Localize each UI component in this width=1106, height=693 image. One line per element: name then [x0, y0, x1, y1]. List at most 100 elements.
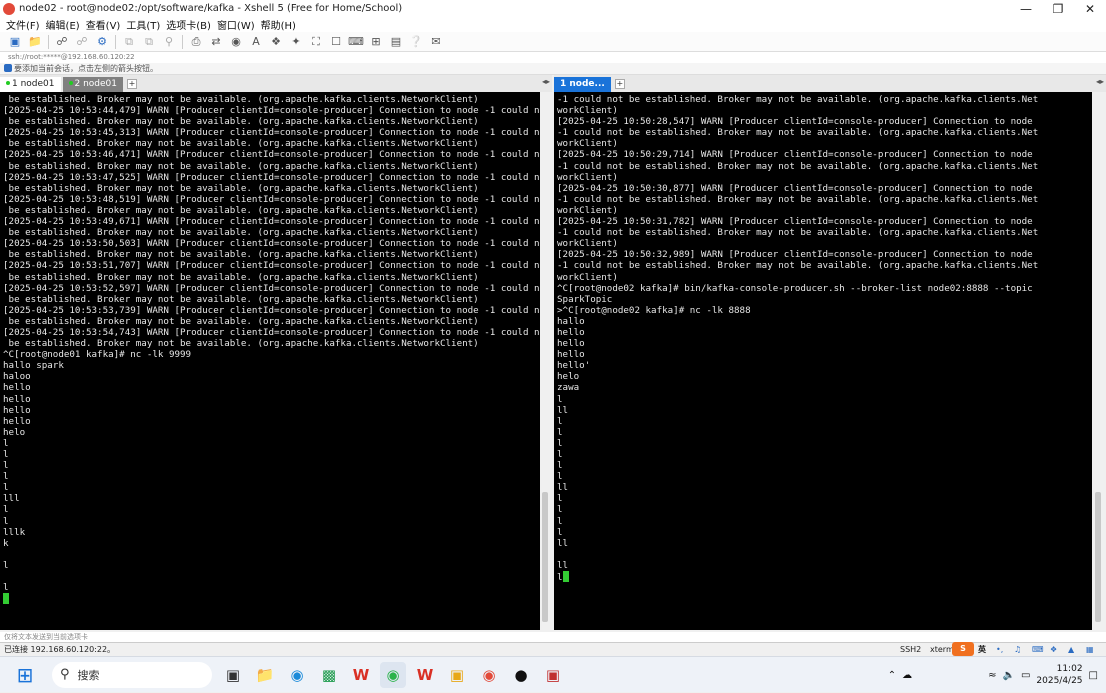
wechat-icon[interactable]: ◉	[380, 661, 406, 688]
tab-nav-icon[interactable]: ◂▸	[1096, 77, 1104, 86]
toolbar-divider	[48, 34, 49, 49]
terminal-line: helo	[557, 371, 580, 383]
terminal-line: workClient)	[557, 171, 618, 183]
find-icon[interactable]: ⚲	[160, 34, 178, 50]
menu-tabs[interactable]: 选项卡(B)	[166, 17, 211, 32]
terminal-line: l	[3, 582, 9, 594]
terminal-line: haloo	[3, 371, 31, 383]
terminal-line: be established. Broker may not be availa…	[3, 94, 479, 105]
tab-node02-1[interactable]: 1 node...	[554, 77, 611, 92]
wps-icon[interactable]: W	[348, 662, 374, 688]
grid-icon[interactable]: ▦	[1086, 643, 1094, 656]
tab-nav-icon[interactable]: ◂▸	[542, 77, 550, 86]
store-icon[interactable]: ▩	[316, 662, 342, 688]
ime-tool-icon[interactable]: ❖	[1050, 643, 1057, 656]
chevron-up-icon[interactable]: ⌃	[888, 670, 896, 681]
open-folder-icon[interactable]: 📁	[26, 34, 44, 50]
notification-icon[interactable]: □	[1089, 670, 1098, 681]
connect-icon[interactable]: ☍	[53, 34, 71, 50]
add-tab-icon[interactable]: ⊞	[367, 34, 385, 50]
menu-edit[interactable]: 编辑(E)	[46, 17, 80, 32]
task-view-icon[interactable]: ▣	[220, 662, 246, 688]
search-placeholder: 搜索	[77, 668, 100, 682]
menu-file[interactable]: 文件(F)	[6, 17, 40, 32]
windows-start-icon[interactable]: ⊞	[12, 662, 38, 688]
chat-icon[interactable]: ✉	[427, 34, 445, 50]
terminal-line: ll	[557, 482, 569, 494]
print-icon[interactable]: ⎙	[187, 34, 205, 50]
send-bar[interactable]: 仅将文本发送到当前选项卡	[0, 632, 1106, 642]
new-session-icon[interactable]: ▣	[6, 34, 24, 50]
cloud-icon[interactable]: ☁	[902, 670, 912, 681]
shirt-icon[interactable]: ▲	[1068, 643, 1074, 656]
fullscreen-icon[interactable]: ⛶	[307, 34, 325, 50]
microphone-icon[interactable]: ♫	[1014, 643, 1021, 656]
menu-window[interactable]: 窗口(W)	[217, 17, 255, 32]
volume-icon[interactable]: 🔈	[1002, 670, 1014, 681]
terminal-line: ll	[557, 559, 569, 571]
edge-icon[interactable]: ◉	[284, 662, 310, 688]
file-explorer-icon[interactable]: 📁	[252, 662, 278, 688]
close-button[interactable]: ✕	[1074, 0, 1106, 17]
wifi-icon[interactable]: ≈	[988, 670, 996, 681]
terminal-line: -1 could not be established. Broker may …	[557, 227, 1039, 239]
tab-node01-1[interactable]: 1 node01	[0, 77, 61, 92]
terminal-line: ll	[557, 537, 569, 549]
terminal-line: ^C[root@node02 kafka]# bin/kafka-console…	[557, 282, 1033, 294]
terminal-line: [2025-04-25 10:50:32,989] WARN [Producer…	[557, 249, 1033, 261]
globe-icon[interactable]: ◉	[227, 34, 245, 50]
sogou-ime-icon[interactable]: S	[952, 642, 974, 656]
arrow-icon[interactable]	[4, 64, 12, 72]
battery-icon[interactable]: ▭	[1021, 670, 1030, 681]
send-hint: 仅将文本发送到当前选项卡	[4, 633, 88, 641]
scroll-thumb[interactable]	[542, 492, 548, 622]
terminal-left[interactable]: be established. Broker may not be availa…	[0, 92, 540, 630]
terminal-line: l	[557, 415, 563, 427]
right-scrollbar[interactable]	[1092, 92, 1106, 630]
terminal-line: l	[3, 437, 9, 449]
terminal-line: [2025-04-25 10:53:52,597] WARN [Producer…	[3, 282, 540, 294]
terminal-line: l	[557, 437, 563, 449]
terminal-line: [2025-04-25 10:53:45,313] WARN [Producer…	[3, 127, 540, 139]
maximize-button[interactable]: ❐	[1042, 0, 1074, 17]
keyboard-icon[interactable]: ⌨	[347, 34, 365, 50]
lock-icon[interactable]: ☐	[327, 34, 345, 50]
font-icon[interactable]: A	[247, 34, 265, 50]
left-scrollbar[interactable]	[540, 92, 552, 630]
keyboard-icon[interactable]: ⌨	[1032, 643, 1044, 656]
add-tab-button[interactable]: +	[127, 79, 137, 89]
add-tab-button[interactable]: +	[614, 79, 625, 89]
copy-icon[interactable]: ⧉	[120, 34, 138, 50]
address-bar[interactable]: ssh://root:*****@192.168.60.120:22	[0, 52, 1106, 63]
transfer-icon[interactable]: ⇄	[207, 34, 225, 50]
disconnect-icon[interactable]: ☍	[73, 34, 91, 50]
terminal-line: SparkTopic	[557, 293, 613, 305]
menu-view[interactable]: 查看(V)	[86, 17, 121, 32]
qq-icon[interactable]: ●	[508, 662, 534, 688]
layout-icon[interactable]: ▤	[387, 34, 405, 50]
app-red-icon[interactable]: ▣	[540, 662, 566, 688]
properties-icon[interactable]: ⚙	[93, 34, 111, 50]
paste-icon[interactable]: ⧉	[140, 34, 158, 50]
terminal-right[interactable]: -1 could not be established. Broker may …	[554, 92, 1092, 630]
minimize-button[interactable]: —	[1010, 0, 1042, 17]
scroll-thumb[interactable]	[1095, 492, 1101, 622]
help-icon[interactable]: ❔	[407, 34, 425, 50]
xshell-taskbar-icon[interactable]: ◉	[476, 662, 502, 688]
taskbar-search[interactable]: ⚲ 搜索	[52, 661, 212, 688]
xftp-icon[interactable]: ✦	[287, 34, 305, 50]
app-icon[interactable]: ▣	[444, 662, 470, 688]
script-icon[interactable]: ❖	[267, 34, 285, 50]
terminal-line: hello	[3, 393, 31, 405]
menu-tools[interactable]: 工具(T)	[126, 17, 160, 32]
tab-node01-2[interactable]: 2 node01	[62, 77, 123, 92]
terminal-line: l	[557, 526, 563, 538]
clock[interactable]: 11:02 2025/4/25	[1036, 663, 1082, 687]
ime-punct-icon[interactable]: •,	[996, 643, 1003, 656]
term-status: xterm	[930, 645, 954, 654]
menu-help[interactable]: 帮助(H)	[261, 17, 296, 32]
wps-writer-icon[interactable]: W	[412, 662, 438, 688]
ime-language[interactable]: 英	[978, 643, 986, 656]
terminal-line: k	[3, 537, 9, 549]
status-bar: 已连接 192.168.60.120:22。 SSH2 xterm S 英 •,…	[0, 642, 1106, 656]
